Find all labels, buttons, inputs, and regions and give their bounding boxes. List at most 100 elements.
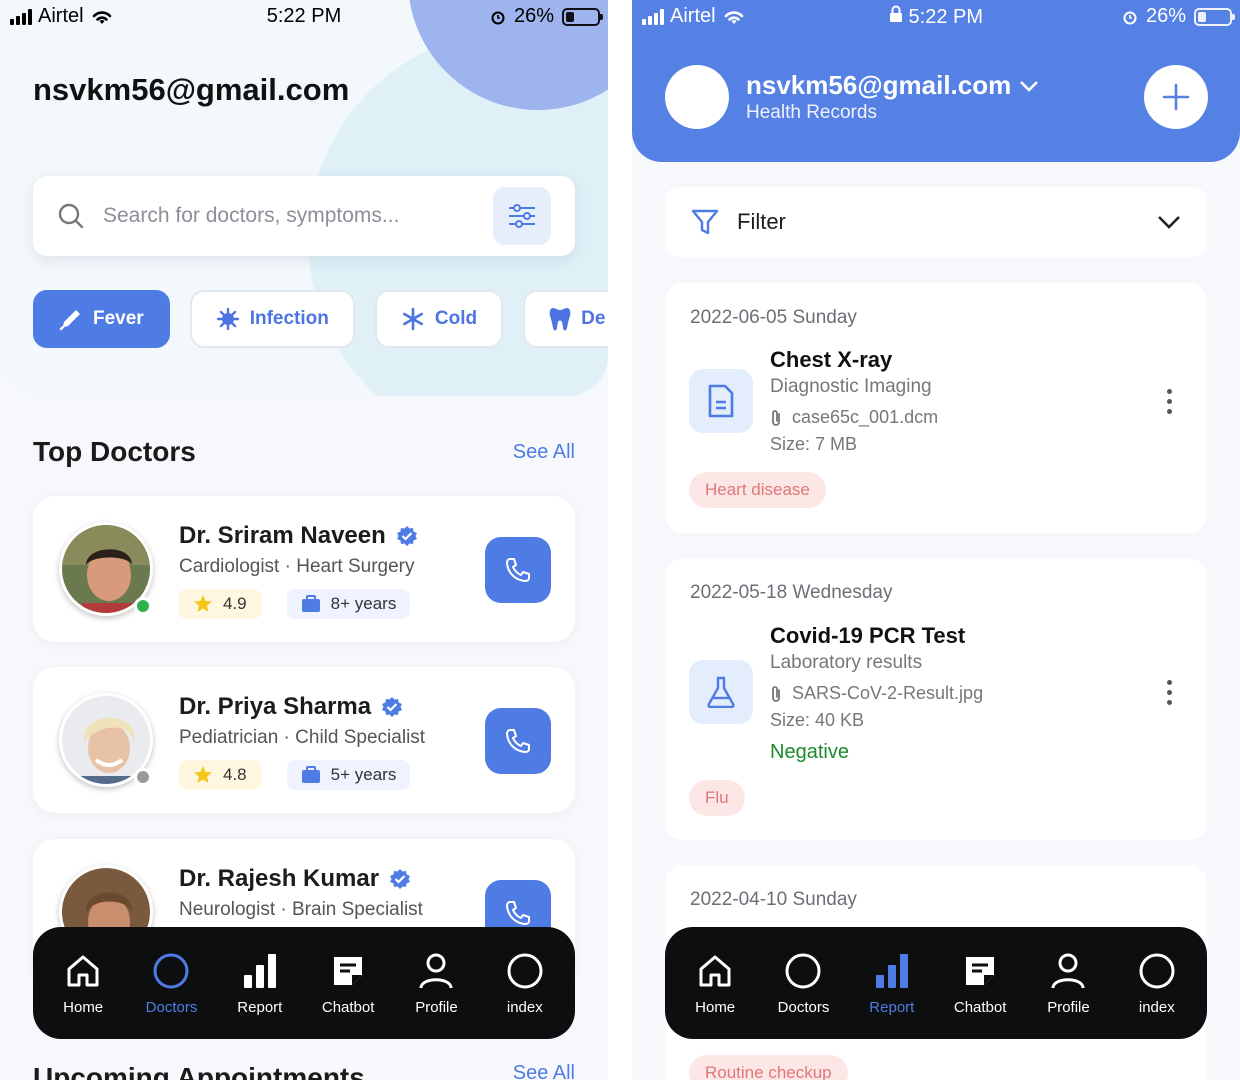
nav-index[interactable]: index xyxy=(484,951,566,1016)
doctor-name: Dr. Rajesh Kumar xyxy=(179,865,411,893)
record-icon-tile xyxy=(689,369,753,433)
nav-label: Home xyxy=(63,998,104,1016)
search-icon xyxy=(58,203,84,229)
nav-label: index xyxy=(1138,998,1175,1016)
battery-percent: 26% xyxy=(513,5,554,27)
experience-badge: 5+ years xyxy=(286,760,411,790)
virus-icon xyxy=(216,307,239,331)
circle-icon xyxy=(1139,953,1175,988)
experience-value: 5+ years xyxy=(330,765,397,784)
briefcase-icon xyxy=(301,595,320,612)
doctor-card[interactable]: Dr. Priya Sharma Pediatrician · Child Sp… xyxy=(33,667,575,813)
user-icon xyxy=(419,953,453,988)
avatar[interactable] xyxy=(665,65,729,129)
more-options-icon[interactable] xyxy=(1159,389,1179,414)
rating-badge: 4.8 xyxy=(179,760,261,790)
nav-home[interactable]: Home xyxy=(674,951,756,1016)
specialty-text: Neurologist xyxy=(179,899,276,920)
nav-chatbot[interactable]: Chatbot xyxy=(307,951,389,1016)
condition-tag: Flu xyxy=(689,780,745,816)
nav-doctors[interactable]: Doctors xyxy=(130,951,212,1016)
record-title: Chest X-ray xyxy=(770,347,893,372)
more-options-icon[interactable] xyxy=(1159,680,1179,705)
record-date: 2022-04-10 Sunday xyxy=(690,889,857,910)
nav-doctors[interactable]: Doctors xyxy=(762,951,844,1016)
nav-label: Chatbot xyxy=(321,998,375,1016)
nav-report[interactable]: Report xyxy=(219,951,301,1016)
file-name: SARS-CoV-2-Result.jpg xyxy=(792,683,984,703)
phone-icon xyxy=(506,729,530,753)
battery-icon xyxy=(562,7,603,26)
plus-icon xyxy=(1162,83,1190,111)
account-switcher[interactable]: nsvkm56@gmail.com xyxy=(746,70,1039,101)
bar-chart-icon xyxy=(243,953,276,988)
add-record-button[interactable] xyxy=(1144,65,1208,129)
call-button[interactable] xyxy=(485,537,551,603)
search-input[interactable]: Search for doctors, symptoms... xyxy=(103,204,493,228)
briefcase-icon xyxy=(301,766,320,783)
nav-label: Doctors xyxy=(777,998,830,1016)
nav-label: Profile xyxy=(1047,998,1090,1016)
lock-icon xyxy=(889,5,902,22)
battery-percent: 26% xyxy=(1145,5,1186,27)
nav-home[interactable]: Home xyxy=(42,951,124,1016)
filter-label: Filter xyxy=(737,209,786,234)
subspecialty-text: Heart Surgery xyxy=(296,556,415,577)
record-attachment[interactable]: case65c_001.dcm xyxy=(770,407,938,428)
chip-infection[interactable]: Infection xyxy=(189,290,355,348)
doctor-card[interactable]: Dr. Sriram Naveen Cardiologist · Heart S… xyxy=(33,496,575,642)
chevron-down-icon xyxy=(1020,80,1039,92)
chip-cold[interactable]: Cold xyxy=(374,290,504,348)
nav-label: Report xyxy=(869,998,915,1016)
doctor-name: Dr. Sriram Naveen xyxy=(179,522,418,550)
nav-chatbot[interactable]: Chatbot xyxy=(939,951,1021,1016)
nav-label: Home xyxy=(695,998,736,1016)
see-all-link[interactable]: See All xyxy=(513,441,575,464)
record-card[interactable]: 2022-06-05 Sunday Chest X-ray Diagnostic… xyxy=(665,283,1207,533)
record-card[interactable]: 2022-05-18 Wednesday Covid-19 PCR Test L… xyxy=(665,558,1207,840)
home-icon xyxy=(699,955,731,986)
nav-profile[interactable]: Profile xyxy=(395,951,477,1016)
star-icon xyxy=(194,595,212,612)
records-header: Airtel 5:22 PM 26% nsvkm56@gmail.com Hea… xyxy=(632,0,1240,162)
file-name: case65c_001.dcm xyxy=(792,407,939,427)
record-icon-tile xyxy=(689,660,753,724)
paperclip-icon xyxy=(772,409,780,426)
subspecialty-text: Brain Specialist xyxy=(292,899,423,920)
call-button[interactable] xyxy=(485,708,551,774)
circle-icon xyxy=(153,953,189,988)
chip-dental[interactable]: De xyxy=(523,290,608,348)
see-all-link[interactable]: See All xyxy=(513,1062,575,1080)
circle-icon xyxy=(507,953,543,988)
section-title: Upcoming Appointments xyxy=(33,1062,365,1080)
battery-icon xyxy=(1194,7,1235,26)
filter-settings-button[interactable] xyxy=(493,187,551,245)
bar-chart-icon xyxy=(875,953,908,988)
bottom-nav: Home Doctors Report Chatbot Profile inde… xyxy=(33,927,575,1039)
filter-dropdown[interactable]: Filter xyxy=(665,187,1207,257)
thermometer-icon xyxy=(59,310,80,331)
account-email: nsvkm56@gmail.com xyxy=(746,70,1012,100)
phone-icon xyxy=(506,558,530,582)
paperclip-icon xyxy=(772,685,780,702)
health-records-screen: Airtel 5:22 PM 26% nsvkm56@gmail.com Hea… xyxy=(632,0,1240,1080)
nav-index[interactable]: index xyxy=(1116,951,1198,1016)
offline-status-dot xyxy=(134,768,152,786)
verified-icon xyxy=(390,869,411,889)
nav-profile[interactable]: Profile xyxy=(1027,951,1109,1016)
condition-tag: Heart disease xyxy=(689,472,826,508)
home-icon xyxy=(67,955,99,986)
alarm-icon xyxy=(1123,11,1137,24)
note-icon xyxy=(966,956,995,985)
test-result: Negative xyxy=(770,741,849,763)
chip-label: De xyxy=(581,308,606,329)
record-attachment[interactable]: SARS-CoV-2-Result.jpg xyxy=(770,683,983,704)
subspecialty-text: Child Specialist xyxy=(295,727,426,748)
experience-value: 8+ years xyxy=(330,594,397,613)
nav-report[interactable]: Report xyxy=(851,951,933,1016)
chip-fever[interactable]: Fever xyxy=(33,290,170,348)
search-bar[interactable]: Search for doctors, symptoms... xyxy=(33,176,575,256)
file-size: Size: 7 MB xyxy=(770,434,858,454)
rating-value: 4.8 xyxy=(223,765,247,784)
status-bar: Airtel 5:22 PM 26% xyxy=(632,0,1240,34)
